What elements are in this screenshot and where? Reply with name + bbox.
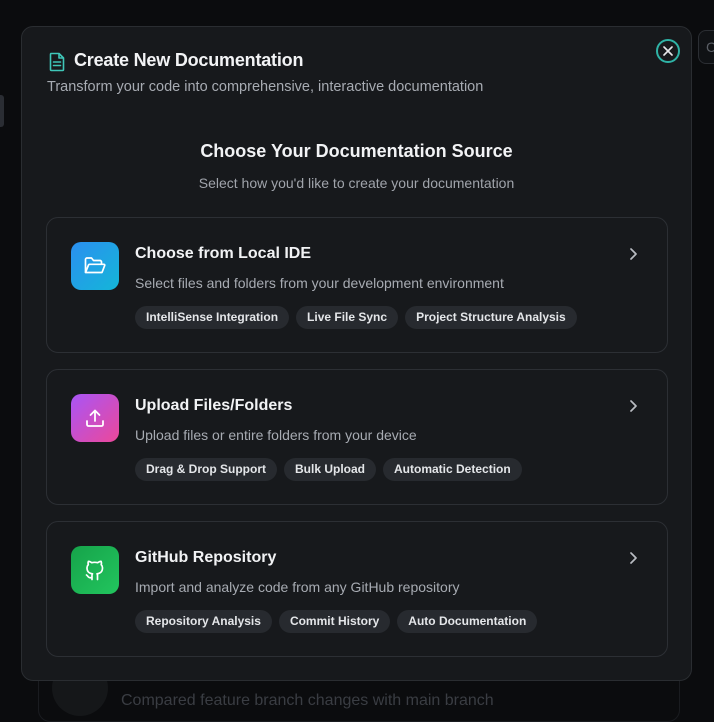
upload-icon (86, 409, 104, 427)
section-title: Choose Your Documentation Source (200, 141, 513, 161)
feature-chip: Repository Analysis (135, 610, 272, 633)
folder-open-icon (84, 257, 106, 274)
modal-subtitle: Transform your code into comprehensive, … (47, 79, 484, 95)
option-description: Import and analyze code from any GitHub … (135, 579, 460, 595)
chevron-right-icon (630, 400, 637, 412)
background-button: C (698, 30, 714, 64)
feature-chip: Bulk Upload (284, 458, 377, 481)
chevron-right-icon (630, 552, 637, 564)
github-icon (85, 560, 104, 581)
option-github-repository[interactable]: GitHub Repository Import and analyze cod… (46, 521, 668, 657)
background-sidebar-indicator (0, 95, 4, 127)
modal-title: Create New Documentation (74, 50, 304, 70)
option-local-ide[interactable]: Choose from Local IDE Select files and f… (46, 217, 668, 353)
background-activity-text: Compared feature branch changes with mai… (121, 692, 494, 709)
feature-chip: Drag & Drop Support (135, 458, 277, 481)
close-button[interactable] (656, 39, 680, 63)
feature-chips: Repository Analysis Commit History Auto … (135, 610, 538, 633)
github-icon-tile (71, 546, 119, 594)
feature-chips: IntelliSense Integration Live File Sync … (135, 306, 577, 329)
background-button-label: C (706, 39, 714, 55)
feature-chip: Commit History (278, 610, 391, 633)
chevron-right-icon (630, 248, 637, 260)
feature-chip: Auto Documentation (397, 610, 538, 633)
option-title: Choose from Local IDE (135, 245, 312, 262)
create-documentation-modal: Create New Documentation Transform your … (21, 26, 692, 681)
option-title: GitHub Repository (135, 549, 277, 566)
feature-chip: Project Structure Analysis (405, 306, 577, 329)
option-upload-files[interactable]: Upload Files/Folders Upload files or ent… (46, 369, 668, 505)
feature-chip: IntelliSense Integration (135, 306, 290, 329)
section-subtitle: Select how you'd like to create your doc… (198, 175, 515, 191)
option-title: Upload Files/Folders (135, 397, 293, 414)
option-description: Select files and folders from your devel… (135, 275, 504, 291)
feature-chip: Live File Sync (296, 306, 399, 329)
upload-icon-tile (71, 394, 119, 442)
document-icon (49, 52, 65, 72)
local-ide-icon-tile (71, 242, 119, 290)
option-description: Upload files or entire folders from your… (135, 427, 417, 443)
feature-chip: Automatic Detection (383, 458, 522, 481)
feature-chips: Drag & Drop Support Bulk Upload Automati… (135, 458, 522, 481)
close-icon (663, 46, 673, 56)
